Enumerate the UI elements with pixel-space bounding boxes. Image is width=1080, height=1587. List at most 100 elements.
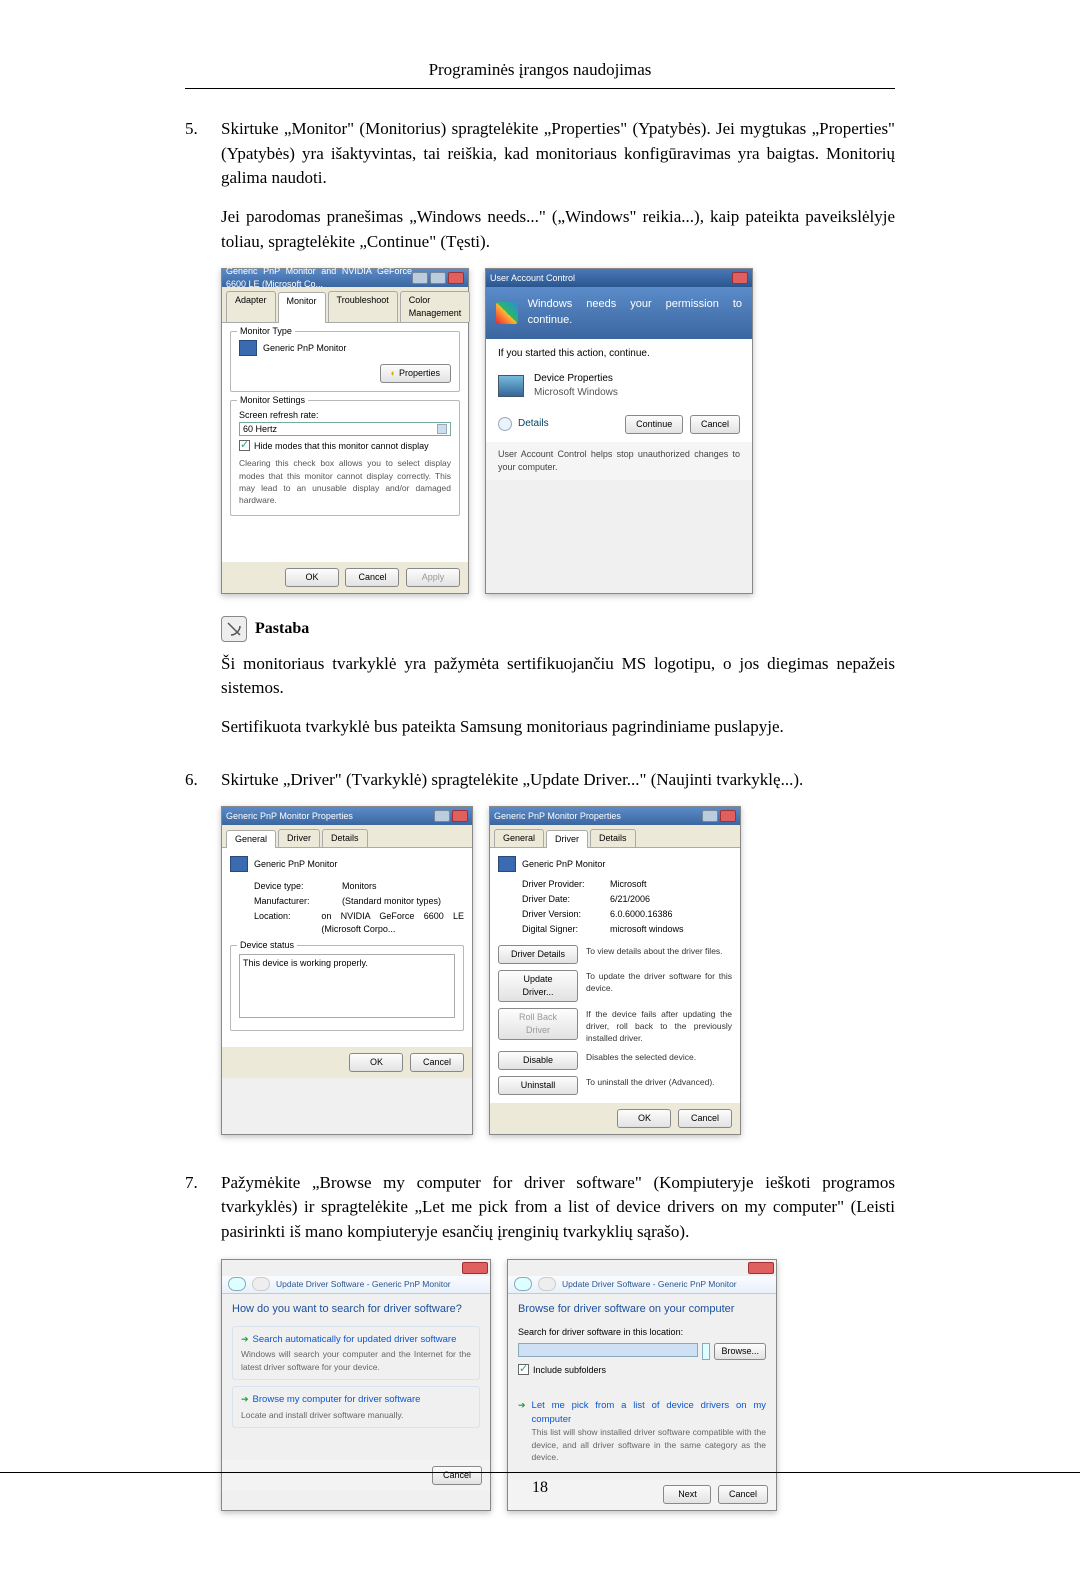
option-search-automatically[interactable]: ➔Search automatically for updated driver… (232, 1326, 480, 1380)
tab-troubleshoot[interactable]: Troubleshoot (328, 291, 398, 322)
step-6-text: Skirtuke „Driver" (Tvarkyklė) spragtelėk… (221, 768, 895, 793)
tab-adapter[interactable]: Adapter (226, 291, 276, 322)
uninstall-button[interactable]: Uninstall (498, 1076, 578, 1095)
continue-button[interactable]: Continue (625, 415, 683, 434)
ok-button[interactable]: OK (349, 1053, 403, 1072)
close-icon[interactable] (748, 1262, 774, 1274)
refresh-rate-label: Screen refresh rate: (239, 409, 451, 422)
tab-driver[interactable]: Driver (546, 830, 588, 848)
update-driver-button[interactable]: Update Driver... (498, 970, 578, 1002)
close-icon[interactable] (462, 1262, 488, 1274)
hide-modes-help: Clearing this check box allows you to se… (239, 457, 451, 506)
wizard-heading: How do you want to search for driver sof… (232, 1302, 480, 1318)
uac-dialog: User Account Control Windows needs your … (485, 268, 753, 594)
driver-version-label: Driver Version: (522, 908, 602, 921)
option-search-auto-desc: Windows will search your computer and th… (241, 1348, 471, 1373)
monitor-icon (498, 856, 516, 872)
device-status-label: Device status (237, 939, 297, 952)
driver-date-label: Driver Date: (522, 893, 602, 906)
arrow-icon: ➔ (518, 1399, 526, 1463)
page-footer: 18 (0, 1472, 1080, 1497)
close-icon[interactable] (720, 810, 736, 822)
tab-general[interactable]: General (226, 830, 276, 848)
monitor-name: Generic PnP Monitor (254, 858, 337, 871)
driver-details-button[interactable]: Driver Details (498, 945, 578, 964)
arrow-icon: ➔ (241, 1394, 249, 1404)
device-type-value: Monitors (342, 880, 377, 893)
device-properties-icon (498, 375, 524, 397)
uac-started-text: If you started this action, continue. (498, 347, 740, 362)
location-label: Location: (254, 910, 313, 936)
update-driver-desc: To update the driver software for this d… (586, 970, 732, 995)
back-icon[interactable] (514, 1277, 532, 1291)
wizard-breadcrumb: Update Driver Software - Generic PnP Mon… (562, 1278, 737, 1290)
step-6: 6. Skirtuke „Driver" (Tvarkyklė) spragte… (185, 768, 895, 1157)
browse-button[interactable]: Browse... (714, 1343, 766, 1360)
cancel-button[interactable]: Cancel (678, 1109, 732, 1128)
chevron-down-icon[interactable] (437, 424, 447, 434)
ok-button[interactable]: OK (617, 1109, 671, 1128)
uac-app-name: Device Properties (534, 372, 618, 387)
page-header: Programinės įrangos naudojimas (185, 60, 895, 89)
tab-details[interactable]: Details (590, 829, 636, 847)
step-5-text-2: Jei parodomas pranešimas „Windows needs.… (221, 205, 895, 254)
location-combobox[interactable] (518, 1343, 698, 1357)
monitor-name: Generic PnP Monitor (522, 858, 605, 871)
close-icon[interactable] (732, 272, 748, 284)
arrow-icon: ➔ (241, 1334, 249, 1344)
cancel-button[interactable]: Cancel (345, 568, 399, 587)
driver-details-desc: To view details about the driver files. (586, 945, 732, 957)
monitor-type-label: Monitor Type (237, 325, 295, 338)
note-text-1: Ši monitoriaus tvarkyklė yra pažymėta se… (221, 652, 895, 701)
hide-modes-checkbox[interactable] (239, 440, 250, 451)
uac-footer: User Account Control helps stop unauthor… (486, 442, 752, 480)
driver-version-value: 6.0.6000.16386 (610, 908, 673, 921)
ok-button[interactable]: OK (285, 568, 339, 587)
tab-monitor[interactable]: Monitor (278, 292, 326, 323)
disable-button[interactable]: Disable (498, 1051, 578, 1070)
dialog-title: Generic PnP Monitor and NVIDIA GeForce 6… (226, 265, 412, 291)
step-5-number: 5. (185, 117, 207, 754)
dialog-title: Generic PnP Monitor Properties (226, 810, 353, 823)
rollback-driver-desc: If the device fails after updating the d… (586, 1008, 732, 1045)
tab-color-management[interactable]: Color Management (400, 291, 471, 322)
option-browse-computer[interactable]: ➔Browse my computer for driver software … (232, 1386, 480, 1428)
chevron-down-icon[interactable] (702, 1343, 710, 1360)
rollback-driver-button: Roll Back Driver (498, 1008, 578, 1040)
monitor-icon (230, 856, 248, 872)
monitor-name: Generic PnP Monitor (263, 342, 346, 355)
refresh-rate-select[interactable]: 60 Hertz (239, 422, 451, 436)
details-expander[interactable]: Details (498, 417, 549, 432)
tab-driver[interactable]: Driver (278, 829, 320, 847)
close-icon[interactable] (452, 810, 468, 822)
minimize-icon[interactable] (412, 272, 428, 284)
back-icon[interactable] (228, 1277, 246, 1291)
step-6-number: 6. (185, 768, 207, 1157)
driver-date-value: 6/21/2006 (610, 893, 650, 906)
cancel-button[interactable]: Cancel (410, 1053, 464, 1072)
uninstall-desc: To uninstall the driver (Advanced). (586, 1076, 732, 1088)
maximize-icon[interactable] (430, 272, 446, 284)
properties-button[interactable]: ◐Properties (380, 364, 451, 383)
option-let-me-pick[interactable]: ➔ Let me pick from a list of device driv… (518, 1399, 766, 1463)
search-location-label: Search for driver software in this locat… (518, 1326, 766, 1339)
forward-icon (538, 1277, 556, 1291)
manufacturer-label: Manufacturer: (254, 895, 334, 908)
include-subfolders-checkbox[interactable] (518, 1364, 529, 1375)
forward-icon (252, 1277, 270, 1291)
location-value: on NVIDIA GeForce 6600 LE (Microsoft Cor… (321, 910, 464, 936)
cancel-button[interactable]: Cancel (690, 415, 740, 434)
digital-signer-label: Digital Signer: (522, 923, 602, 936)
uac-vendor: Microsoft Windows (534, 386, 618, 401)
hide-modes-label: Hide modes that this monitor cannot disp… (254, 440, 429, 453)
tab-general[interactable]: General (494, 829, 544, 847)
help-icon[interactable] (702, 810, 718, 822)
disable-desc: Disables the selected device. (586, 1051, 732, 1063)
close-icon[interactable] (448, 272, 464, 284)
device-type-label: Device type: (254, 880, 334, 893)
driver-provider-label: Driver Provider: (522, 878, 602, 891)
tab-details[interactable]: Details (322, 829, 368, 847)
note-text-2: Sertifikuota tvarkyklė bus pateikta Sams… (221, 715, 895, 740)
help-icon[interactable] (434, 810, 450, 822)
note-icon (221, 616, 247, 642)
